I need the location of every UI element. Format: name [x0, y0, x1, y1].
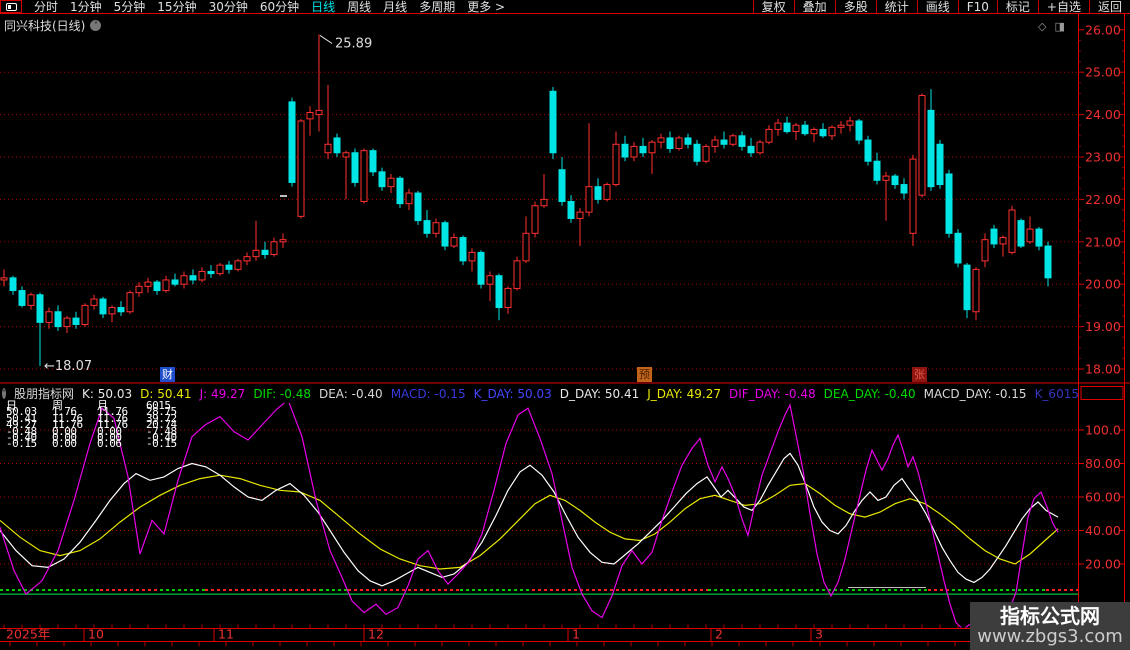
tool-button[interactable]: +自选 — [1038, 0, 1089, 13]
layout-split-icon[interactable]: ◨ — [1054, 20, 1064, 33]
candlestick-and-indicator-chart[interactable]: 25.89 ←18.07 26.00 25.00 24.00 23.00 22.00 21.0… — [0, 14, 1130, 650]
chart-title-row: 同兴科技(日线) ˅ — [4, 17, 101, 34]
tool-button[interactable]: 叠加 — [794, 0, 835, 13]
svg-text:2: 2 — [715, 627, 723, 642]
tool-button[interactable]: 统计 — [876, 0, 917, 13]
panel-toggle-icon[interactable] — [0, 0, 22, 13]
tool-button[interactable]: 标记 — [997, 0, 1038, 13]
tool-button[interactable]: 复权 — [753, 0, 794, 13]
period-tab[interactable]: 更多 > — [461, 1, 511, 13]
indicator-stat: DIF_DAY: -0.48 — [729, 387, 816, 401]
svg-text:←18.07: ←18.07 — [44, 359, 92, 374]
diamond-icon[interactable]: ◇ — [1038, 20, 1046, 33]
indicator-collapse-icon[interactable]: ˅ — [2, 388, 6, 399]
event-badge[interactable]: 预 — [637, 367, 652, 382]
svg-text:10: 10 — [88, 627, 104, 642]
period-tab[interactable]: 周线 — [341, 1, 377, 13]
corner-icons: ◇ ◨ — [1038, 20, 1065, 33]
overlay-value-column: 周1.7611.7611.760.000.000.00 — [52, 403, 83, 448]
svg-text:60.00: 60.00 — [1085, 490, 1121, 505]
watermark: 指标公式网 www.zbgs3.com — [970, 602, 1130, 650]
indicator-stat: MACD_DAY: -0.15 — [924, 387, 1027, 401]
svg-text:23.00: 23.00 — [1085, 150, 1121, 165]
top-toolbar: 分时1分钟5分钟15分钟30分钟60分钟日线周线月线多周期更多 > 复权叠加多股… — [0, 0, 1130, 14]
period-tab[interactable]: 15分钟 — [151, 1, 202, 13]
watermark-url: www.zbgs3.com — [977, 627, 1123, 647]
tool-button[interactable]: F10 — [958, 0, 997, 13]
svg-text:22.00: 22.00 — [1085, 192, 1121, 207]
period-tab[interactable]: 日线 — [305, 1, 341, 13]
svg-text:26.00: 26.00 — [1085, 22, 1121, 37]
svg-text:25.00: 25.00 — [1085, 65, 1121, 80]
tool-button[interactable]: 返回 — [1089, 0, 1130, 13]
watermark-title: 指标公式网 — [1000, 605, 1100, 627]
svg-text:18.00: 18.00 — [1085, 362, 1121, 377]
svg-text:100.0: 100.0 — [1085, 423, 1121, 438]
indicator-stat: J_DAY: 49.27 — [647, 387, 721, 401]
period-tab[interactable]: 月线 — [377, 1, 413, 13]
tool-button[interactable]: 多股 — [835, 0, 876, 13]
svg-text:12: 12 — [368, 627, 384, 642]
svg-text:40.00: 40.00 — [1085, 523, 1121, 538]
indicator-stat: K_6015: 28.75 — [1035, 387, 1078, 401]
title-dropdown-icon[interactable]: ˅ — [90, 20, 101, 31]
svg-text:80.00: 80.00 — [1085, 456, 1121, 471]
svg-text:3: 3 — [815, 627, 823, 642]
svg-text:19.00: 19.00 — [1085, 319, 1121, 334]
indicator-stat: K_DAY: 50.03 — [474, 387, 552, 401]
tool-button[interactable]: 画线 — [917, 0, 958, 13]
period-toolbar: 分时1分钟5分钟15分钟30分钟60分钟日线周线月线多周期更多 > — [0, 0, 511, 13]
indicator-stat: J: 49.27 — [200, 387, 246, 401]
svg-text:25.89: 25.89 — [335, 36, 372, 51]
indicator-source-label[interactable]: 股朋指标网 — [14, 385, 74, 402]
period-tab[interactable]: 30分钟 — [203, 1, 254, 13]
overlay-value-column: 月11.7611.7611.760.000.000.06 — [97, 403, 128, 448]
svg-text:20.00: 20.00 — [1085, 277, 1121, 292]
svg-text:11: 11 — [218, 627, 234, 642]
svg-text:1: 1 — [572, 627, 580, 642]
svg-text:2025年: 2025年 — [6, 627, 50, 642]
period-tab[interactable]: 分时 — [28, 1, 64, 13]
period-tab[interactable]: 1分钟 — [64, 1, 108, 13]
indicator-stat: D_DAY: 50.41 — [560, 387, 640, 401]
indicator-stat: DEA: -0.40 — [319, 387, 383, 401]
event-badge[interactable]: 财 — [160, 367, 175, 382]
indicator-stat: DEA_DAY: -0.40 — [824, 387, 916, 401]
period-tab[interactable]: 5分钟 — [108, 1, 152, 13]
chart-title: 同兴科技(日线) — [4, 17, 85, 34]
tools-toolbar: 复权叠加多股统计画线F10标记+自选返回 — [753, 0, 1130, 13]
svg-text:24.00: 24.00 — [1085, 107, 1121, 122]
event-badge[interactable]: 张 — [912, 367, 927, 382]
trading-app-window: 分时1分钟5分钟15分钟30分钟60分钟日线周线月线多周期更多 > 复权叠加多股… — [0, 0, 1130, 650]
indicator-stat: DIF: -0.48 — [253, 387, 311, 401]
overlay-value-column: 日50.0350.4149.27-0.48-0.40-0.15 — [6, 403, 37, 448]
svg-text:20.00: 20.00 — [1085, 557, 1121, 572]
period-tab[interactable]: 多周期 — [413, 1, 461, 13]
period-tab[interactable]: 60分钟 — [254, 1, 305, 13]
overlay-value-column: 601528.7539.7220.74-7.48-0.40-0.15 — [146, 403, 177, 448]
svg-text:21.00: 21.00 — [1085, 234, 1121, 249]
indicator-stat: MACD: -0.15 — [391, 387, 466, 401]
